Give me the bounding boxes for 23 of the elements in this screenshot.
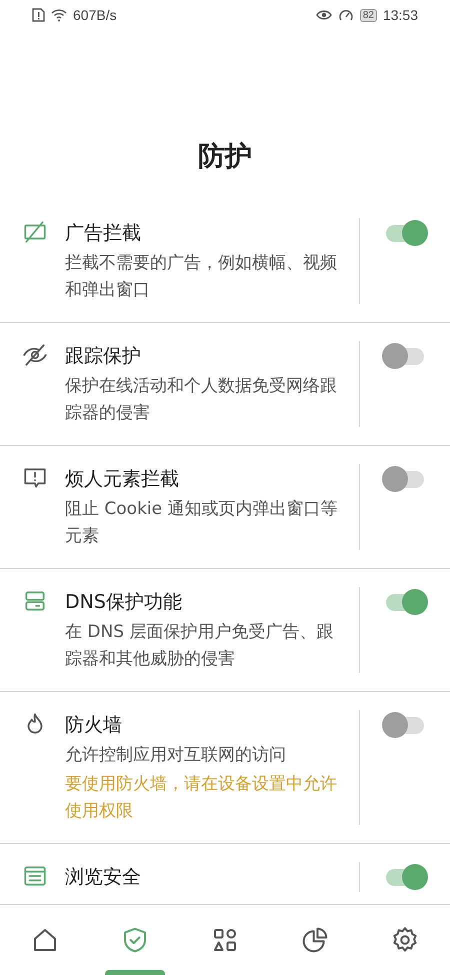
feature-title: 烦人元素拦截 [65, 467, 180, 492]
ad-block-icon [22, 219, 48, 245]
feature-title: 浏览安全 [65, 865, 142, 890]
hidden-eye-icon [22, 342, 48, 368]
battery-level: 82 [360, 8, 377, 22]
pie-chart-icon [300, 925, 330, 955]
feature-description: 拦截不需要的广告，例如横幅、视频和弹出窗口 [65, 252, 338, 302]
wifi-icon [51, 8, 67, 22]
feature-title: 广告拦截 [65, 221, 142, 246]
feature-title: DNS保护功能 [65, 590, 183, 615]
permission-warning: 要使用防火墙，请在设备设置中允许使用权限 [65, 773, 338, 823]
speedometer-icon [338, 8, 354, 22]
eye-icon [316, 9, 332, 21]
feature-description: 在 DNS 层面保护用户免受广告、跟踪器和其他威胁的侵害 [65, 621, 334, 671]
feature-description: 保护在线活动和个人数据免受网络跟踪器的侵害 [65, 375, 338, 425]
feature-description: 允许控制应用对互联网的访问 [65, 744, 287, 767]
feature-title: 跟踪保护 [65, 344, 142, 369]
feature-title: 防火墙 [65, 713, 123, 738]
sim-alert-icon [32, 8, 45, 22]
clock-time: 13:53 [382, 7, 418, 23]
feature-description: 阻止 Cookie 通知或页内弹出窗口等元素 [65, 498, 339, 548]
page-title: 防护 [198, 140, 252, 174]
network-speed: 607B/s [73, 7, 117, 23]
